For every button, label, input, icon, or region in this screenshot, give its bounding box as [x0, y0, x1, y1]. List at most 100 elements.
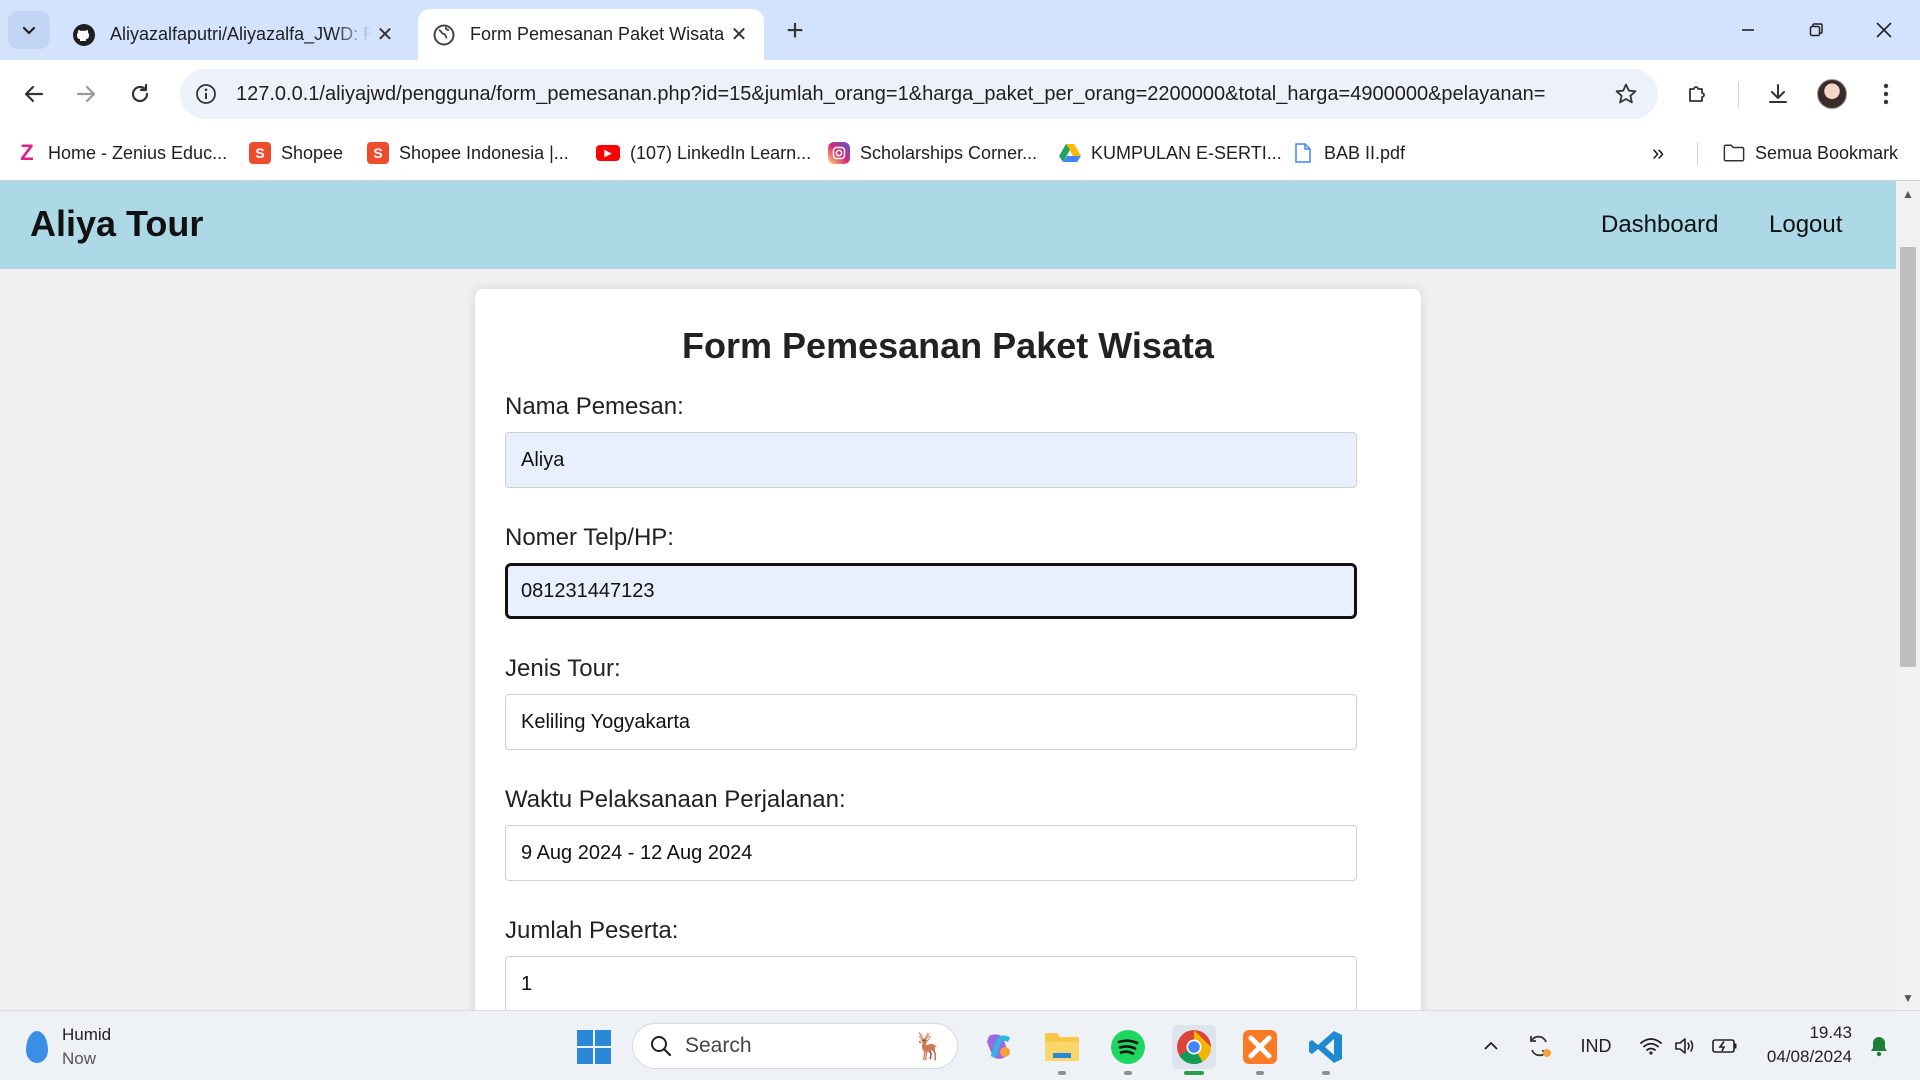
scroll-up-icon[interactable]: ▲: [1896, 183, 1920, 205]
taskbar-clock[interactable]: 19.43 04/08/2024: [1752, 1021, 1852, 1069]
show-hidden-icons-button[interactable]: [1476, 1031, 1506, 1061]
globe-icon: [432, 23, 456, 47]
weather-widget[interactable]: Humid Now: [26, 1023, 111, 1071]
bookmark-shopee-indonesia[interactable]: S Shopee Indonesia |...: [367, 138, 569, 168]
label-nama-pemesan: Nama Pemesan:: [505, 393, 684, 420]
bookmark-linkedin-learning[interactable]: ▶ (107) LinkedIn Learn...: [596, 138, 811, 168]
forward-button[interactable]: [64, 72, 108, 116]
nav-logout-link[interactable]: Logout: [1769, 211, 1842, 239]
input-nomer-telp[interactable]: 081231447123: [505, 563, 1357, 619]
reload-icon: [131, 83, 149, 103]
chrome-icon: [1177, 1030, 1211, 1064]
battery-charging-icon: [1712, 1039, 1737, 1053]
taskbar-copilot[interactable]: [976, 1025, 1020, 1069]
page-scrollbar[interactable]: ▲ ▼: [1896, 181, 1920, 1010]
scroll-thumb[interactable]: [1900, 247, 1916, 667]
taskbar-spotify[interactable]: [1106, 1025, 1150, 1075]
url-text[interactable]: 127.0.0.1/aliyajwd/pengguna/form_pemesan…: [226, 83, 1604, 106]
scroll-down-icon[interactable]: ▼: [1896, 987, 1920, 1009]
instagram-icon: [828, 142, 850, 164]
back-button[interactable]: [12, 72, 56, 116]
download-icon: [1769, 84, 1787, 103]
running-indicator: [1322, 1071, 1330, 1075]
taskbar-vscode[interactable]: [1304, 1025, 1348, 1075]
bookmark-kumpulan-e-sertifikat[interactable]: KUMPULAN E-SERTI...: [1059, 138, 1282, 168]
folder-icon: [1723, 142, 1745, 164]
downloads-button[interactable]: [1756, 72, 1800, 116]
taskbar-file-explorer[interactable]: [1040, 1025, 1084, 1075]
chevron-up-icon: [1484, 1041, 1498, 1050]
search-icon: [651, 1036, 672, 1057]
spotify-icon: [1111, 1030, 1145, 1064]
zenius-icon: Z: [20, 140, 34, 165]
restore-button[interactable]: [1782, 0, 1850, 60]
input-waktu-pelaksanaan[interactable]: 9 Aug 2024 - 12 Aug 2024: [505, 825, 1357, 881]
extensions-button[interactable]: [1676, 72, 1720, 116]
notifications-button[interactable]: [1864, 1031, 1894, 1061]
tab-search-button[interactable]: [8, 11, 50, 49]
shopee-icon: S: [367, 142, 389, 164]
new-tab-button[interactable]: +: [778, 14, 812, 48]
chevron-double-right-icon: »: [1652, 140, 1665, 165]
weather-time: Now: [62, 1049, 97, 1068]
bookmark-star-icon[interactable]: [1604, 72, 1648, 116]
start-button[interactable]: [572, 1025, 616, 1069]
reload-button[interactable]: [118, 72, 162, 116]
taskbar-search[interactable]: Search 🦌: [632, 1023, 958, 1069]
page-viewport: Aliya Tour Dashboard Logout Form Pemesan…: [0, 181, 1896, 1010]
input-jenis-tour[interactable]: Keliling Yogyakarta: [505, 694, 1357, 750]
water-drop-icon: [26, 1031, 48, 1063]
bookmark-zenius[interactable]: Z Home - Zenius Educ...: [16, 138, 227, 168]
tab-github[interactable]: Aliyazalfaputri/Aliyazalfa_JWD: Form Pem…: [58, 9, 410, 60]
close-tab-icon[interactable]: ✕: [372, 22, 398, 48]
speaker-icon: [1675, 1038, 1694, 1054]
minimize-button[interactable]: [1714, 0, 1782, 60]
bookmark-shopee[interactable]: S Shopee: [249, 138, 343, 168]
wifi-status[interactable]: [1636, 1031, 1666, 1061]
search-highlight-icon: 🦌: [912, 1030, 945, 1061]
taskbar-chrome[interactable]: [1172, 1025, 1216, 1075]
browser-tab-strip: Aliyazalfaputri/Aliyazalfa_JWD: Form Pem…: [0, 0, 1920, 60]
browser-menu-button[interactable]: [1864, 72, 1908, 116]
label-waktu-pelaksanaan: Waktu Pelaksanaan Perjalanan:: [505, 786, 846, 813]
more-bookmarks-button[interactable]: »: [1652, 138, 1664, 168]
shopee-icon: S: [249, 142, 271, 164]
taskbar-xampp[interactable]: [1238, 1025, 1282, 1075]
arrow-right-icon: [76, 85, 96, 103]
google-drive-icon: [1059, 142, 1081, 164]
close-window-button[interactable]: [1850, 0, 1918, 60]
xampp-icon: [1243, 1030, 1277, 1064]
language-indicator[interactable]: IND: [1576, 1031, 1616, 1061]
weather-condition: Humid: [62, 1025, 112, 1044]
sync-status[interactable]: [1522, 1031, 1556, 1061]
nav-dashboard-link[interactable]: Dashboard: [1601, 211, 1718, 239]
close-icon: [1876, 22, 1892, 38]
battery-status[interactable]: [1710, 1031, 1740, 1061]
bookmark-divider: [1697, 143, 1698, 165]
avatar: [1817, 79, 1847, 109]
tab-title: Aliyazalfaputri/Aliyazalfa_JWD: Form Pem…: [110, 24, 372, 44]
input-jumlah-peserta[interactable]: 1: [505, 956, 1357, 1010]
clock-date: 04/08/2024: [1766, 1047, 1852, 1066]
bookmark-scholarships-corner[interactable]: Scholarships Corner...: [828, 138, 1037, 168]
arrow-left-icon: [24, 85, 44, 103]
address-bar[interactable]: 127.0.0.1/aliyajwd/pengguna/form_pemesan…: [180, 69, 1658, 119]
site-brand[interactable]: Aliya Tour: [30, 203, 203, 245]
profile-button[interactable]: [1810, 72, 1854, 116]
close-tab-icon[interactable]: ✕: [726, 22, 752, 48]
input-nama-pemesan[interactable]: Aliya: [505, 432, 1357, 488]
label-nomer-telp: Nomer Telp/HP:: [505, 524, 674, 551]
bookmark-bab-ii-pdf[interactable]: BAB II.pdf: [1292, 138, 1405, 168]
running-indicator: [1256, 1071, 1264, 1075]
youtube-icon: ▶: [596, 145, 620, 161]
label-jumlah-peserta: Jumlah Peserta:: [505, 917, 679, 944]
booking-form-card: Form Pemesanan Paket Wisata Nama Pemesan…: [475, 289, 1421, 1010]
all-bookmarks-button[interactable]: Semua Bookmark: [1723, 138, 1898, 168]
site-info-icon[interactable]: [186, 74, 226, 114]
sync-icon: [1530, 1035, 1551, 1057]
more-vertical-icon: [1883, 83, 1889, 105]
volume-control[interactable]: [1670, 1031, 1700, 1061]
search-placeholder: Search: [685, 1034, 752, 1057]
document-icon: [1292, 142, 1314, 164]
tab-form-pemesanan[interactable]: Form Pemesanan Paket Wisata ✕: [418, 9, 764, 60]
